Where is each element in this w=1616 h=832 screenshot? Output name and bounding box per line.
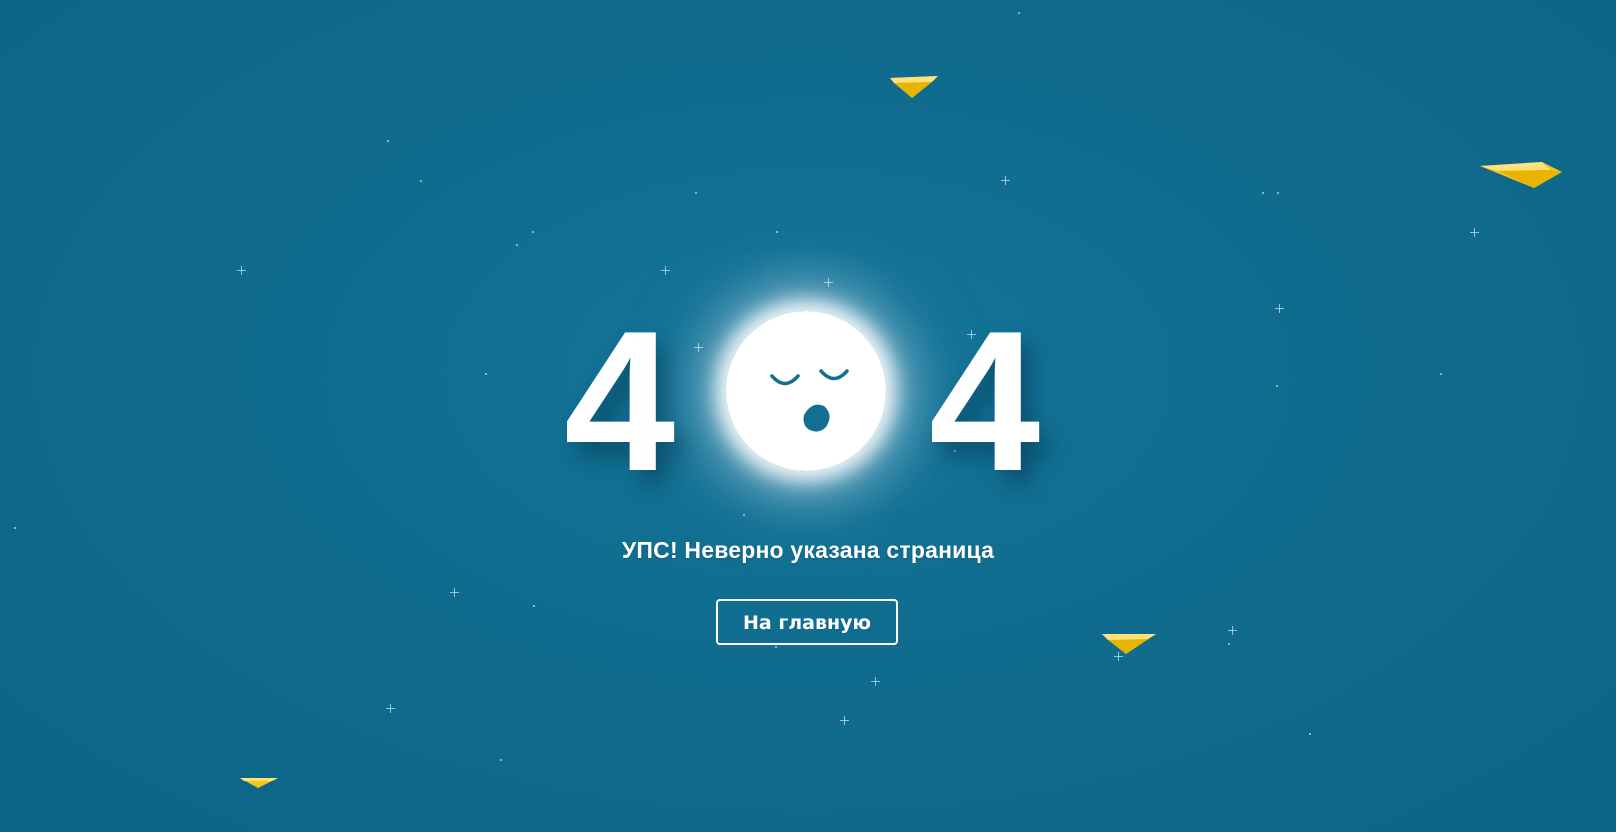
error-message: УПС! Неверно указана страница bbox=[621, 537, 995, 563]
star bbox=[695, 192, 697, 194]
star bbox=[1018, 12, 1020, 14]
home-button[interactable]: На главную bbox=[716, 599, 898, 645]
paper-plane-icon bbox=[240, 778, 278, 788]
star bbox=[500, 759, 502, 761]
star bbox=[824, 278, 833, 287]
error-code-digit-right: 4 bbox=[929, 290, 1041, 513]
star bbox=[776, 231, 778, 233]
star bbox=[694, 343, 703, 352]
star bbox=[450, 588, 459, 597]
error-code-digit-left: 4 bbox=[564, 290, 676, 513]
star bbox=[1276, 385, 1278, 387]
sleeping-moon-icon bbox=[726, 311, 886, 471]
star bbox=[387, 140, 389, 142]
star bbox=[386, 704, 395, 713]
moon-face bbox=[770, 369, 849, 432]
star bbox=[533, 605, 535, 607]
error-page: 4 4 УПС! Неверно указана страница На гла… bbox=[0, 0, 1616, 832]
star bbox=[775, 646, 777, 648]
star bbox=[1309, 733, 1311, 735]
paper-plane-icon bbox=[1480, 162, 1562, 188]
star bbox=[840, 716, 849, 725]
star bbox=[743, 514, 745, 516]
star bbox=[420, 180, 422, 182]
star bbox=[1001, 176, 1010, 185]
star bbox=[1228, 626, 1237, 635]
star bbox=[1440, 373, 1442, 375]
star bbox=[871, 677, 880, 686]
star bbox=[485, 373, 487, 375]
star bbox=[1262, 192, 1264, 194]
paper-plane-icon bbox=[1102, 634, 1156, 654]
star bbox=[1228, 643, 1230, 645]
star bbox=[532, 231, 534, 233]
paper-plane-icon bbox=[890, 76, 938, 98]
star bbox=[14, 527, 16, 529]
star bbox=[1470, 228, 1479, 237]
star bbox=[237, 266, 246, 275]
star bbox=[516, 244, 518, 246]
star bbox=[661, 266, 670, 275]
star bbox=[1277, 192, 1279, 194]
star bbox=[1275, 304, 1284, 313]
